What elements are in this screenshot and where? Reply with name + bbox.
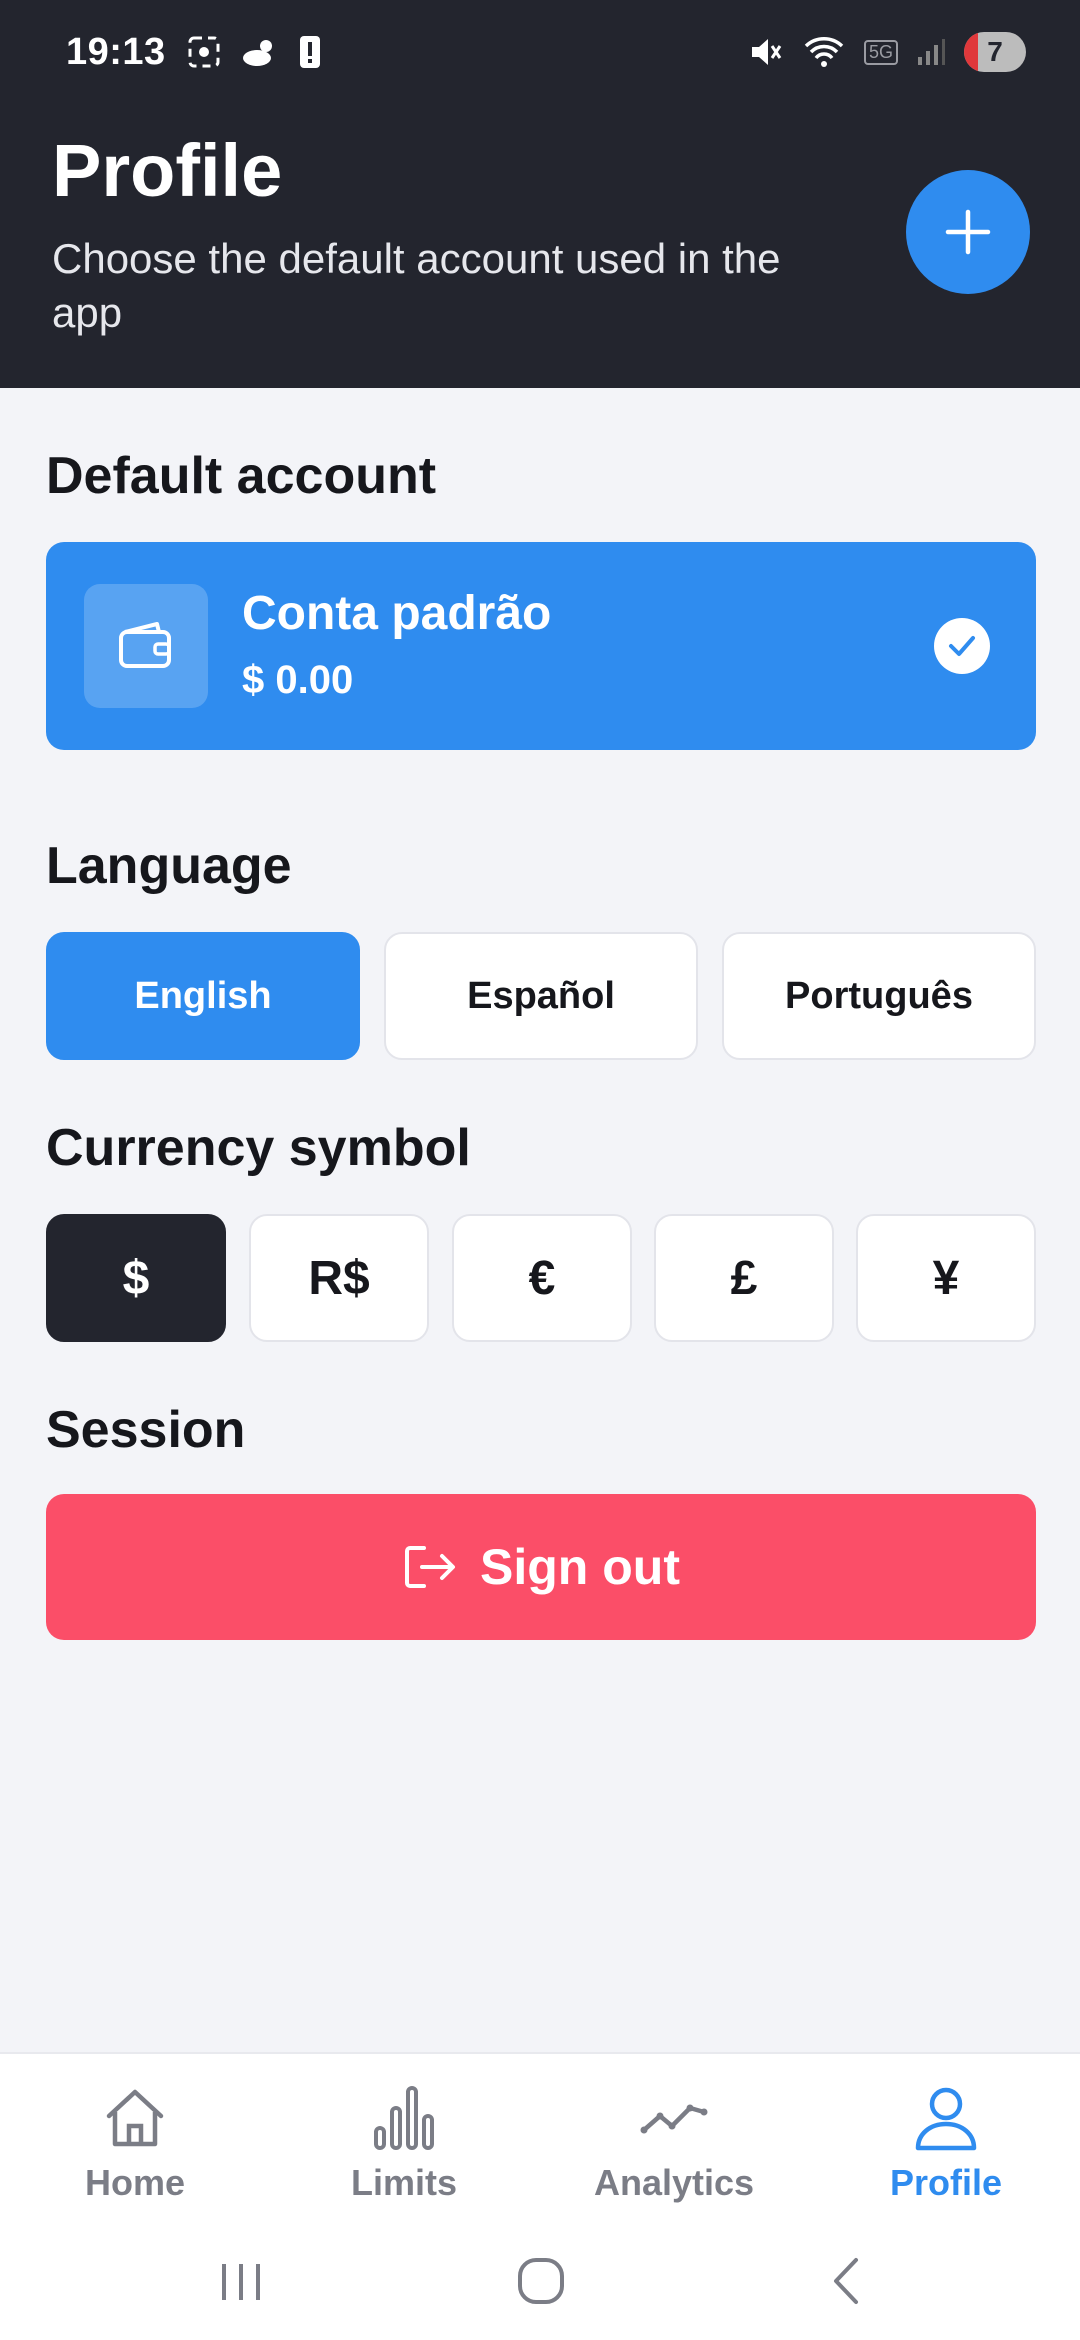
home-system-button[interactable] <box>516 2256 566 2306</box>
bar-chart-icon <box>374 2086 434 2150</box>
currency-option-euro[interactable]: € <box>452 1214 632 1342</box>
account-name: Conta padrão <box>242 587 552 640</box>
language-option-english[interactable]: English <box>46 932 360 1060</box>
logout-icon <box>405 1546 456 1588</box>
sign-out-label: Sign out <box>480 1539 680 1595</box>
back-button[interactable] <box>822 2256 872 2306</box>
system-nav-bar <box>0 2232 1080 2340</box>
nav-analytics[interactable]: Analytics <box>564 2082 784 2232</box>
nav-limits-label: Limits <box>350 2162 457 2203</box>
currency-option-dollar[interactable]: $ <box>46 1214 226 1342</box>
currency-option-real[interactable]: R$ <box>249 1214 429 1342</box>
language-option-espanol[interactable]: Español <box>384 932 698 1060</box>
recent-apps-icon <box>222 2264 260 2300</box>
home-icon <box>106 2089 164 2147</box>
screenshot-icon <box>186 34 222 70</box>
nav-profile[interactable]: Profile <box>836 2082 1056 2232</box>
status-bar: 19:13 5G 7 <box>0 0 1080 104</box>
nav-home-label: Home <box>84 2162 186 2203</box>
default-account-heading: Default account <box>46 447 437 505</box>
page-subtitle: Choose the default account used in the a… <box>52 235 781 336</box>
bottom-nav: Home Limits Analytics Profile <box>0 2052 1080 2232</box>
nav-analytics-label: Analytics <box>593 2162 755 2203</box>
currency-heading: Currency symbol <box>46 1119 471 1177</box>
battery-indicator: 7 <box>964 32 1026 72</box>
mute-icon <box>748 34 784 70</box>
currency-option-yen[interactable]: ¥ <box>856 1214 1036 1342</box>
status-time: 19:13 <box>66 30 166 73</box>
nav-home[interactable]: Home <box>25 2082 245 2232</box>
alert-icon <box>298 34 322 70</box>
signal-icon <box>916 37 946 67</box>
plus-icon <box>945 209 991 255</box>
check-icon <box>934 618 990 674</box>
network-type: 5G <box>863 39 898 65</box>
wifi-icon <box>802 34 846 70</box>
page-title: Profile <box>52 129 283 212</box>
default-account-card[interactable]: Conta padrão $ 0.00 <box>46 542 1036 750</box>
session-heading: Session <box>46 1401 246 1459</box>
nav-profile-label: Profile <box>889 2162 1003 2203</box>
line-chart-icon <box>640 2104 708 2134</box>
header: 19:13 5G 7 Profile Choose the default ac… <box>0 0 1080 388</box>
profile-screen: 19:13 5G 7 Profile Choose the default ac… <box>0 0 1080 2340</box>
wallet-icon <box>84 584 208 708</box>
currency-option-pound[interactable]: £ <box>654 1214 834 1342</box>
language-option-portugues[interactable]: Português <box>722 932 1036 1060</box>
account-balance: $ 0.00 <box>242 658 354 702</box>
sign-out-button[interactable]: Sign out <box>46 1494 1036 1640</box>
home-circle-icon <box>518 2258 564 2304</box>
add-account-button[interactable] <box>906 170 1030 294</box>
weather-icon <box>240 35 280 69</box>
nav-limits[interactable]: Limits <box>294 2082 514 2232</box>
language-heading: Language <box>46 837 292 895</box>
recent-apps-button[interactable] <box>216 2256 266 2306</box>
user-icon <box>915 2087 977 2151</box>
back-icon <box>834 2258 858 2304</box>
